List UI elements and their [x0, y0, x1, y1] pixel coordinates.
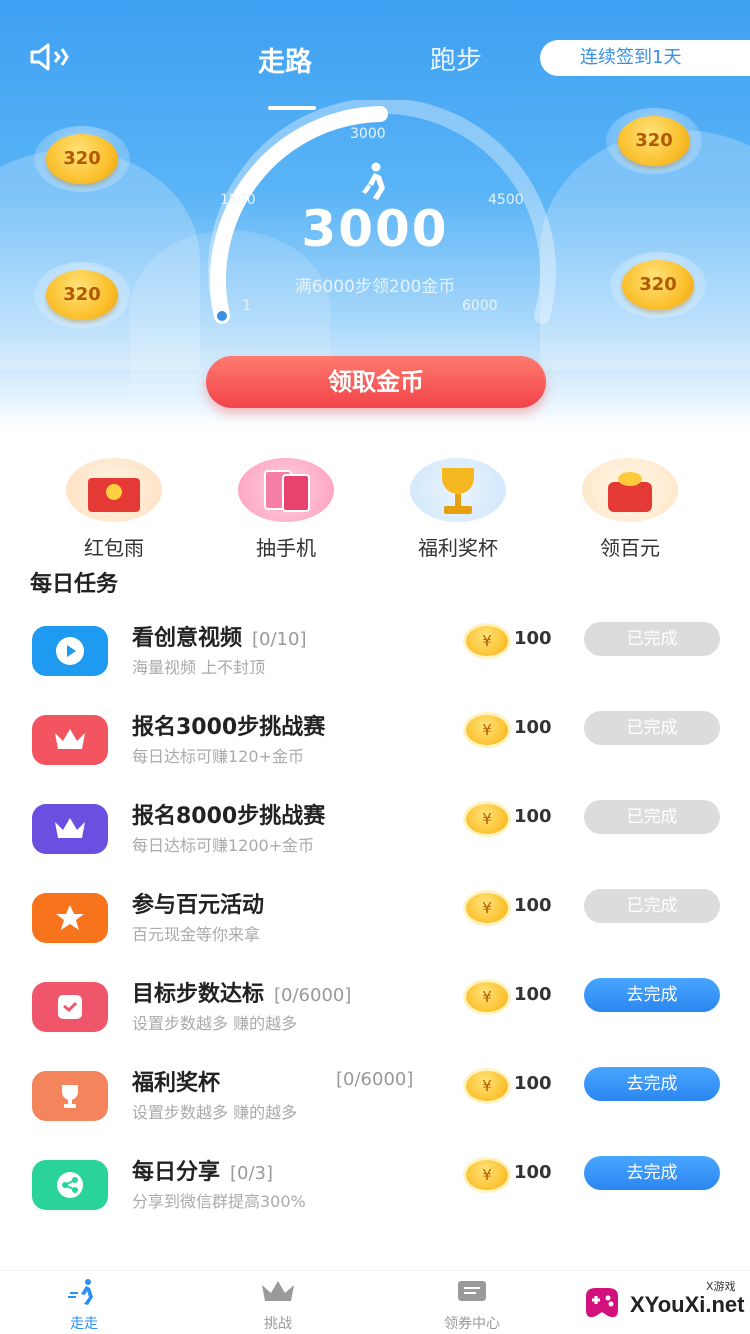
site-watermark: XYouXi.net X游戏 — [578, 1274, 750, 1334]
tab-label: 领券中心 — [444, 1316, 500, 1332]
tab-walk[interactable]: 走路 — [258, 40, 312, 79]
quick-entry-label: 领百元 — [600, 536, 660, 560]
task-name: 报名3000步挑战赛 — [132, 715, 326, 740]
task-row: 看创意视频 [0/10] 海量视频 上不封顶 ¥ 100 已完成 — [0, 614, 750, 703]
task-reward: 100 — [514, 984, 552, 1005]
crown-icon — [32, 804, 108, 854]
share-icon — [32, 1160, 108, 1210]
quick-entry-hundred-yuan[interactable]: 领百元 — [570, 458, 690, 561]
task-completed-button[interactable]: 已完成 — [584, 622, 720, 656]
tab-run[interactable]: 跑步 — [430, 40, 482, 77]
trophy-icon — [410, 458, 506, 522]
crown-icon — [262, 1281, 294, 1301]
coin-amount: 320 — [622, 260, 694, 310]
coin-amount: 320 — [46, 134, 118, 184]
floating-coin-bubble[interactable]: 320 — [34, 262, 130, 328]
task-name: 参与百元活动 — [132, 893, 265, 918]
coin-amount: 320 — [46, 270, 118, 320]
gold-coin-icon: ¥ — [466, 982, 508, 1012]
task-description: 每日达标可赚1200+金币 — [132, 836, 315, 855]
tab-label: 走走 — [70, 1316, 98, 1332]
task-reward: 100 — [514, 1162, 552, 1183]
task-reward: 100 — [514, 628, 552, 649]
floating-coin-bubble[interactable]: 320 — [606, 108, 702, 174]
task-reward: 100 — [514, 895, 552, 916]
walk-icon — [68, 1279, 93, 1305]
red-envelope-icon — [66, 458, 162, 522]
task-name: 每日分享 [0/3] — [132, 1160, 274, 1185]
coupon-icon — [458, 1281, 486, 1301]
task-description: 设置步数越多 赚的越多 — [132, 1014, 298, 1033]
task-progress: [0/10] — [252, 629, 307, 650]
task-row: 每日分享 [0/3] 分享到微信群提高300% ¥ 100 去完成 — [0, 1148, 750, 1237]
check-target-icon — [32, 982, 108, 1032]
task-go-complete-button[interactable]: 去完成 — [584, 1156, 720, 1190]
top-bar: 走路 跑步 连续签到1天 — [0, 30, 750, 110]
quick-entry-label: 抽手机 — [256, 536, 316, 560]
task-row: 目标步数达标 [0/6000] 设置步数越多 赚的越多 ¥ 100 去完成 — [0, 970, 750, 1059]
gauge-tick-1: 1 — [242, 298, 251, 314]
quick-entry-welfare-trophy[interactable]: 福利奖杯 — [398, 458, 518, 561]
signin-streak-button[interactable]: 连续签到1天 — [540, 40, 750, 76]
floating-coin-bubble[interactable]: 320 — [34, 126, 130, 192]
task-name: 看创意视频 [0/10] — [132, 626, 307, 651]
quick-entry-phone-lottery[interactable]: 抽手机 — [226, 458, 346, 561]
task-name: 福利奖杯 — [132, 1071, 221, 1096]
gold-coin-icon: ¥ — [466, 715, 508, 745]
quick-entry-red-envelope-rain[interactable]: 红包雨 — [54, 458, 174, 561]
task-name: 目标步数达标 [0/6000] — [132, 982, 352, 1007]
task-go-complete-button[interactable]: 去完成 — [584, 1067, 720, 1101]
watermark-text: XYouXi.net — [630, 1292, 745, 1317]
video-play-icon — [32, 626, 108, 676]
task-progress: [0/3] — [230, 1163, 274, 1184]
star-icon — [32, 893, 108, 943]
tab-walk-nav[interactable]: 走走 — [24, 1279, 144, 1333]
task-progress: [0/6000] — [274, 985, 352, 1006]
walker-icon — [362, 162, 385, 200]
task-description: 设置步数越多 赚的越多 — [132, 1103, 298, 1122]
quick-entry-label: 福利奖杯 — [418, 536, 498, 560]
watermark-small-text: X游戏 — [706, 1280, 736, 1293]
quick-entry-label: 红包雨 — [84, 536, 144, 560]
task-completed-button[interactable]: 已完成 — [584, 711, 720, 745]
trophy-icon — [32, 1071, 108, 1121]
crown-icon — [32, 715, 108, 765]
task-row: 报名8000步挑战赛 每日达标可赚1200+金币 ¥ 100 已完成 — [0, 792, 750, 881]
gauge-tick-6000: 6000 — [462, 298, 498, 314]
gamepad-logo-icon — [586, 1288, 618, 1318]
task-row: 报名3000步挑战赛 每日达标可赚120+金币 ¥ 100 已完成 — [0, 703, 750, 792]
gold-coin-icon: ¥ — [466, 626, 508, 656]
speaker-icon[interactable] — [28, 42, 74, 72]
claim-coins-button[interactable]: 领取金币 — [206, 356, 546, 408]
pedometer-hero: 走路 跑步 连续签到1天 3000 1500 4500 1 6000 3000 … — [0, 0, 750, 430]
task-reward: 100 — [514, 717, 552, 738]
tab-coupon-center-nav[interactable]: 领券中心 — [412, 1279, 532, 1333]
task-description: 海量视频 上不封顶 — [132, 658, 266, 677]
task-completed-button[interactable]: 已完成 — [584, 889, 720, 923]
step-count: 3000 — [301, 200, 449, 258]
task-name: 报名8000步挑战赛 — [132, 804, 326, 829]
daily-tasks-title: 每日任务 — [30, 572, 119, 597]
task-progress: [0/6000] — [336, 1069, 414, 1090]
task-description: 分享到微信群提高300% — [132, 1192, 306, 1211]
task-description: 每日达标可赚120+金币 — [132, 747, 304, 766]
task-go-complete-button[interactable]: 去完成 — [584, 978, 720, 1012]
money-bag-icon — [582, 458, 678, 522]
task-reward: 100 — [514, 806, 552, 827]
gold-coin-icon: ¥ — [466, 1160, 508, 1190]
gold-coin-icon: ¥ — [466, 893, 508, 923]
floating-coin-bubble[interactable]: 320 — [610, 252, 706, 318]
task-completed-button[interactable]: 已完成 — [584, 800, 720, 834]
gold-coin-icon: ¥ — [466, 1071, 508, 1101]
gauge-tick-3000: 3000 — [350, 126, 386, 142]
tab-label: 挑战 — [264, 1316, 292, 1332]
gold-coin-icon: ¥ — [466, 804, 508, 834]
tab-challenge-nav[interactable]: 挑战 — [218, 1279, 338, 1333]
task-description: 百元现金等你来拿 — [132, 925, 261, 944]
task-reward: 100 — [514, 1073, 552, 1094]
task-row: 参与百元活动 百元现金等你来拿 ¥ 100 已完成 — [0, 881, 750, 970]
coin-amount: 320 — [618, 116, 690, 166]
task-row: 福利奖杯 [0/6000] 设置步数越多 赚的越多 ¥ 100 去完成 — [0, 1059, 750, 1148]
phone-lottery-icon — [238, 458, 334, 522]
